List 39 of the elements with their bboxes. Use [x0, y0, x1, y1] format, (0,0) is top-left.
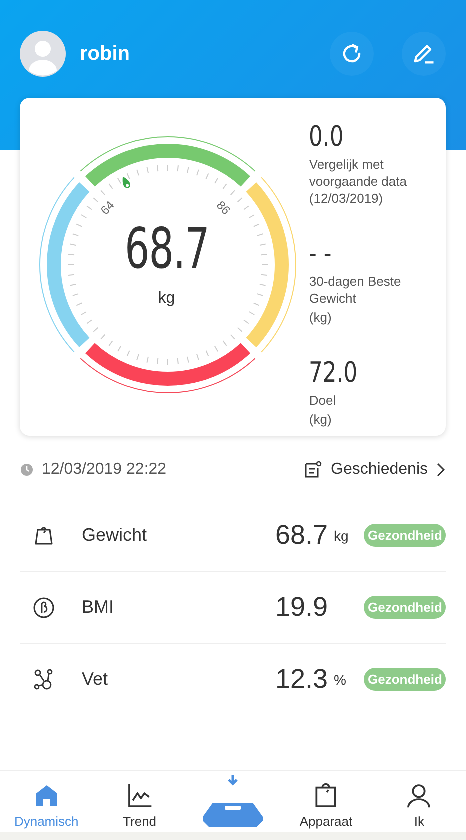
person-icon: [405, 782, 434, 810]
line-chart-icon: [126, 782, 154, 810]
metric-unit: kg: [334, 528, 349, 544]
nav-tab[interactable]: Apparaat: [280, 771, 373, 833]
pointer-marker: [122, 176, 130, 188]
status-badge: Gezondheid: [364, 596, 446, 619]
timestamp: 12/03/2019 22:22: [42, 461, 168, 479]
range-high-label: 86: [214, 198, 233, 218]
edit-button[interactable]: [402, 32, 446, 76]
weight-value: 68.7: [124, 217, 209, 282]
refresh-button[interactable]: [330, 32, 374, 76]
nav-tab[interactable]: Trend: [93, 771, 186, 833]
weight-unit: kg: [158, 290, 176, 307]
stat-value: 0.0: [309, 120, 344, 154]
stat-value: 72.0: [309, 356, 358, 390]
metric-value: 68.7: [275, 520, 328, 551]
stat-unit: (kg): [309, 309, 333, 326]
bmi-icon: [32, 596, 56, 620]
avatar[interactable]: [20, 31, 66, 77]
status-badge: Gezondheid: [364, 668, 446, 691]
stat-label: Doel: [309, 392, 338, 409]
user-name: robin: [80, 42, 131, 66]
range-low-label: 64: [98, 198, 118, 218]
chevron-right-icon: [436, 462, 446, 478]
history-icon: [303, 460, 324, 480]
metric-value: 12.3: [275, 664, 328, 695]
stat-label: Vergelijk met voorgaande data (12/03/2019): [309, 156, 408, 207]
stat-value: - -: [309, 237, 332, 271]
status-badge: Gezondheid: [364, 524, 446, 547]
metric-name: BMI: [82, 597, 116, 618]
stat-unit: (kg): [309, 411, 333, 428]
stat-label: 30-dagen Beste Gewicht: [309, 273, 402, 307]
metric-value: 19.9: [275, 592, 328, 623]
nav-tab[interactable]: Ik: [372, 771, 466, 833]
history-link[interactable]: Geschiedenis: [303, 460, 446, 480]
metric-unit: %: [334, 672, 346, 688]
clock-icon: [20, 463, 34, 477]
metric-name: Gewicht: [82, 525, 148, 546]
metric-name: Vet: [82, 669, 110, 690]
